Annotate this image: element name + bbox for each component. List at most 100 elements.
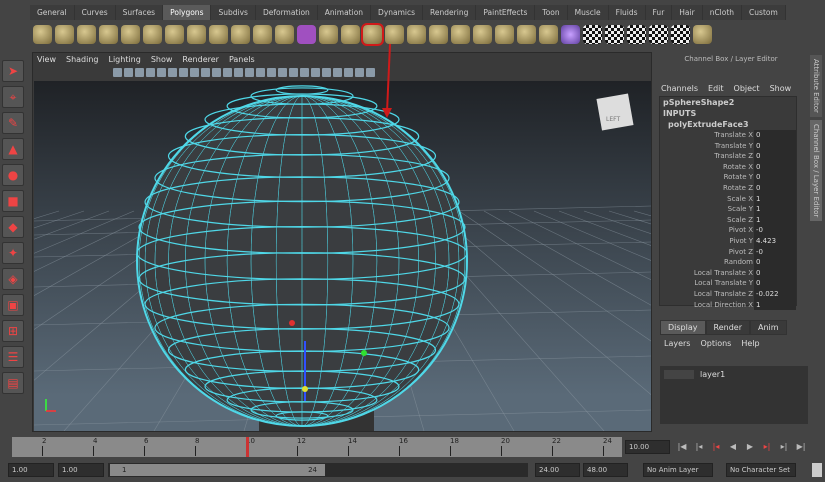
layer-menu-options[interactable]: Options (700, 339, 731, 348)
shelf-tool-icon[interactable] (99, 25, 118, 44)
node-name[interactable]: polyExtrudeFace3 (660, 119, 796, 130)
channel-row[interactable]: Translate Z0 (660, 151, 796, 162)
start-time-field[interactable]: 1.00 (8, 463, 54, 477)
viewport-toolbar-icon[interactable] (267, 68, 276, 77)
channel-value[interactable]: -0 (754, 246, 796, 258)
go-to-start-icon[interactable]: |◀ (675, 440, 689, 454)
viewport-toolbar-icon[interactable] (179, 68, 188, 77)
shelf-tab-rendering[interactable]: Rendering (423, 5, 477, 20)
channel-value[interactable]: 1 (754, 204, 796, 215)
channel-row[interactable]: Scale X1 (660, 193, 796, 205)
shelf-tool-icon[interactable] (319, 25, 338, 44)
soft-mod-icon[interactable]: ✦ (2, 242, 24, 264)
last-tool-icon[interactable]: ◈ (2, 268, 24, 290)
tab-channel-box[interactable]: Channel Box / Layer Editor (810, 119, 822, 222)
layer-tab-anim[interactable]: Anim (749, 320, 787, 335)
shelf-tab-toon[interactable]: Toon (535, 5, 568, 20)
playback-start-field[interactable]: 1.00 (58, 463, 104, 477)
scene[interactable]: LEFT (34, 81, 651, 431)
channel-value[interactable]: -0.022 (754, 288, 796, 300)
shelf-tool-icon[interactable] (55, 25, 74, 44)
viewport-toolbar-icon[interactable] (124, 68, 133, 77)
viewport-menu-panels[interactable]: Panels (229, 55, 255, 64)
channel-value[interactable]: 0 (754, 278, 796, 289)
shelf-tool-icon[interactable] (253, 25, 272, 44)
channel-label[interactable]: Scale X (660, 194, 754, 205)
range-slider[interactable]: 1 24 (108, 463, 528, 477)
viewport-toolbar-icon[interactable] (234, 68, 243, 77)
channel-label[interactable]: Local Translate Y (660, 278, 754, 289)
channel-label[interactable]: Local Direction X (660, 300, 754, 311)
channel-menu-channels[interactable]: Channels (661, 84, 698, 93)
channel-label[interactable]: Random (660, 257, 754, 268)
shelf-tool-icon[interactable] (187, 25, 206, 44)
play-forward-icon[interactable]: ▶ (743, 440, 757, 454)
end-time-field[interactable]: 48.00 (583, 463, 628, 477)
viewport-menu-lighting[interactable]: Lighting (108, 55, 140, 64)
channel-label[interactable]: Rotate Y (660, 172, 754, 183)
perspective-view[interactable]: LEFT (34, 81, 651, 431)
shelf-tool-icon[interactable] (583, 25, 602, 44)
shelf-tool-icon[interactable] (143, 25, 162, 44)
shelf-tool-icon[interactable] (495, 25, 514, 44)
lasso-tool-icon[interactable]: ⌖ (2, 86, 24, 108)
layout-single-icon[interactable]: ▣ (2, 294, 24, 316)
go-to-end-icon[interactable]: ▶| (794, 440, 808, 454)
channel-label[interactable]: Translate Y (660, 141, 754, 152)
shelf-tool-icon[interactable] (429, 25, 448, 44)
shelf-tool-icon[interactable] (341, 25, 360, 44)
channel-row[interactable]: Random 0 (660, 257, 796, 268)
shelf-tool-icon[interactable] (561, 25, 580, 44)
layer-row[interactable]: layer1 (664, 370, 804, 379)
channel-value[interactable]: 0 (754, 161, 796, 173)
character-set-dropdown[interactable]: No Character Set (726, 463, 796, 477)
channel-row[interactable]: Pivot X -0 (660, 225, 796, 236)
viewport-toolbar-icon[interactable] (256, 68, 265, 77)
channel-label[interactable]: Translate Z (660, 151, 754, 162)
channel-value[interactable]: 0 (754, 140, 796, 152)
playback-end-field[interactable]: 24.00 (535, 463, 580, 477)
shelf-tool-icon[interactable] (693, 25, 712, 44)
channel-row[interactable]: Rotate X0 (660, 161, 796, 173)
current-time-marker[interactable] (246, 437, 249, 457)
channel-row[interactable]: Local Translate Y0 (660, 278, 796, 289)
play-backward-icon[interactable]: ◀ (726, 440, 740, 454)
shelf-tool-icon[interactable] (275, 25, 294, 44)
shelf-tab-fur[interactable]: Fur (646, 5, 673, 20)
range-slider-handle[interactable]: 1 24 (110, 464, 325, 476)
viewport-toolbar-icon[interactable] (146, 68, 155, 77)
shelf-tab-dynamics[interactable]: Dynamics (371, 5, 424, 20)
channel-label[interactable]: Local Translate X (660, 268, 754, 279)
step-back-frame-icon[interactable]: |◂ (709, 440, 723, 454)
shape-name[interactable]: pSphereShape2 (660, 97, 796, 108)
layout-outliner-icon[interactable]: ☰ (2, 346, 24, 368)
channel-row[interactable]: Pivot Y 4.423 (660, 235, 796, 247)
shelf-tool-icon[interactable] (671, 25, 690, 44)
shelf-tab-animation[interactable]: Animation (318, 5, 372, 20)
channel-label[interactable]: Pivot X (660, 225, 754, 236)
rotate-tool-icon[interactable]: ● (2, 164, 24, 186)
viewport-toolbar-icon[interactable] (201, 68, 210, 77)
viewport-toolbar-icon[interactable] (366, 68, 375, 77)
viewport-toolbar-icon[interactable] (344, 68, 353, 77)
channel-label[interactable]: Translate X (660, 130, 754, 141)
shelf-tool-icon[interactable] (605, 25, 624, 44)
channel-value[interactable]: 0 (754, 130, 796, 141)
shelf-tab-muscle[interactable]: Muscle (568, 5, 609, 20)
viewport-menu-renderer[interactable]: Renderer (182, 55, 219, 64)
viewport-toolbar-icon[interactable] (157, 68, 166, 77)
viewport-toolbar-icon[interactable] (190, 68, 199, 77)
channel-menu-edit[interactable]: Edit (708, 84, 724, 93)
channel-row[interactable]: Pivot Z -0 (660, 246, 796, 258)
shelf-tool-icon[interactable] (539, 25, 558, 44)
viewport-menu-shading[interactable]: Shading (66, 55, 99, 64)
shelf-tool-icon[interactable] (407, 25, 426, 44)
shelf-tab-surfaces[interactable]: Surfaces (116, 5, 164, 20)
channel-label[interactable]: Scale Z (660, 215, 754, 226)
viewport-toolbar-icon[interactable] (223, 68, 232, 77)
channel-row[interactable]: Rotate Y0 (660, 172, 796, 183)
select-tool-icon[interactable]: ➤ (2, 60, 24, 82)
channel-row[interactable]: Translate X0 (660, 130, 796, 141)
scale-tool-icon[interactable]: ■ (2, 190, 24, 212)
current-time-field[interactable]: 10.00 (625, 440, 670, 454)
